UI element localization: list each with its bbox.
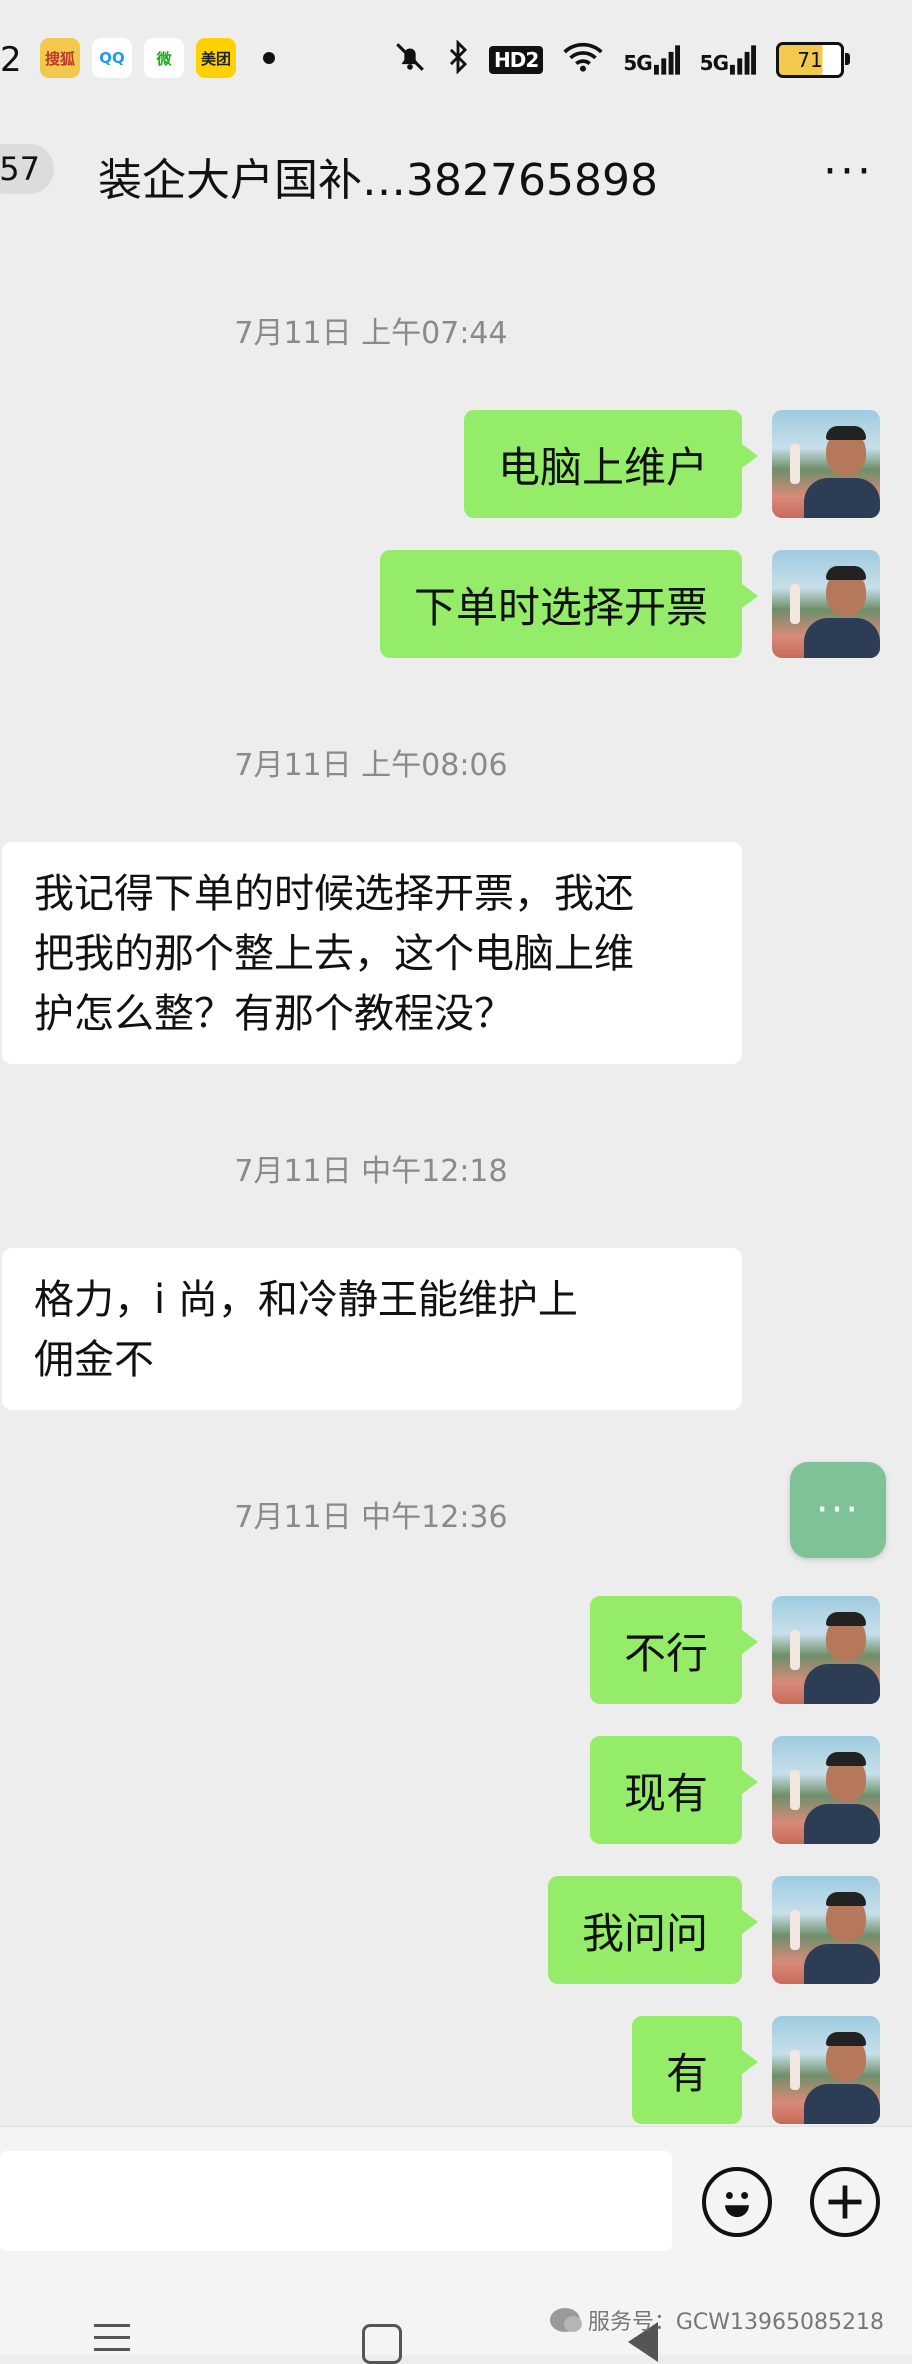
wechat-logo-icon — [549, 2308, 582, 2332]
timestamp: 7月11日 上午07:44 — [234, 316, 508, 351]
notification-dot — [263, 52, 275, 64]
outgoing-message[interactable]: 电脑上维户 — [463, 410, 759, 518]
signal-5g-icon: 5G — [623, 45, 680, 75]
timestamp: 7月11日 上午08:06 — [234, 748, 508, 783]
user-avatar[interactable] — [772, 2016, 880, 2124]
status-right: HD2 5G 5G 71 — [393, 36, 850, 84]
outgoing-message[interactable]: 我问问 — [547, 1876, 759, 1984]
signal-5g-icon-2: 5G — [700, 45, 756, 75]
message-text: 有 — [665, 2048, 708, 2098]
hd-icon: HD2 — [489, 46, 544, 74]
chat-header: 57 装企大户国补…382765898 ··· — [0, 120, 912, 234]
message-text: 我问问 — [581, 1908, 708, 1958]
outgoing-message[interactable]: 下单时选择开票 — [379, 550, 759, 658]
message-input[interactable] — [0, 2151, 672, 2251]
message-line: 格力，i 尚，和冷静王能维护上 — [34, 1277, 578, 1323]
message-line: 佣金不 — [34, 1337, 154, 1383]
home-icon[interactable] — [362, 2324, 402, 2364]
input-bar — [0, 2126, 912, 2257]
signal-5g-label-2: 5G — [699, 51, 729, 75]
status-bar: 2 搜狐 QQ 微 美团 HD2 5G 5G 71 — [0, 0, 912, 120]
chat-app-icon: 微 — [144, 38, 184, 78]
bell-off-icon — [393, 40, 427, 81]
outgoing-message[interactable]: 有 — [631, 2016, 759, 2124]
outgoing-message[interactable]: 不行 — [589, 1596, 759, 1704]
user-avatar[interactable] — [772, 1876, 880, 1984]
signal-5g-label: 5G — [623, 51, 652, 75]
message-text: 下单时选择开票 — [413, 582, 708, 632]
message-line: 我记得下单的时候选择开票，我还 — [34, 871, 634, 917]
user-avatar[interactable] — [772, 550, 880, 658]
incoming-message[interactable]: 我记得下单的时候选择开票，我还 把我的那个整上去，这个电脑上维 护怎么整？有那个… — [2, 842, 742, 1064]
chat-title: 装企大户国补…382765898 — [98, 155, 658, 206]
timestamp: 7月11日 中午12:18 — [234, 1154, 508, 1189]
system-nav-bar: 服务号：GCW13965085218 — [0, 2256, 912, 2364]
message-text: 不行 — [623, 1628, 708, 1678]
bluetooth-icon — [447, 38, 469, 81]
sohu-app-icon: 搜狐 — [40, 38, 80, 78]
floating-more-button[interactable]: ··· — [790, 1462, 886, 1558]
battery-icon: 71 — [776, 42, 850, 78]
message-text: 电脑上维户 — [497, 442, 708, 492]
meituan-app-icon: 美团 — [196, 38, 236, 78]
message-text: 现有 — [623, 1768, 708, 1818]
plus-icon[interactable] — [810, 2167, 880, 2237]
timestamp: 7月11日 中午12:36 — [234, 1500, 508, 1535]
back-unread-count[interactable]: 57 — [0, 144, 54, 194]
outgoing-message[interactable]: 现有 — [589, 1736, 759, 1844]
watermark-text: 服务号：GCW13965085218 — [587, 2310, 884, 2335]
more-options-button[interactable]: ··· — [823, 146, 874, 197]
qq-app-icon: QQ — [92, 38, 132, 78]
user-avatar[interactable] — [772, 1596, 880, 1704]
message-line: 把我的那个整上去，这个电脑上维 — [34, 931, 634, 977]
message-line: 护怎么整？有那个教程没？ — [34, 991, 514, 1037]
user-avatar[interactable] — [772, 1736, 880, 1844]
status-left-number: 2 — [0, 40, 22, 80]
incoming-message[interactable]: 格力，i 尚，和冷静王能维护上 佣金不 — [2, 1248, 742, 1410]
smile-icon[interactable] — [702, 2167, 772, 2237]
watermark: 服务号：GCW13965085218 — [549, 2304, 884, 2336]
user-avatar[interactable] — [772, 410, 880, 518]
wifi-icon — [563, 41, 603, 80]
